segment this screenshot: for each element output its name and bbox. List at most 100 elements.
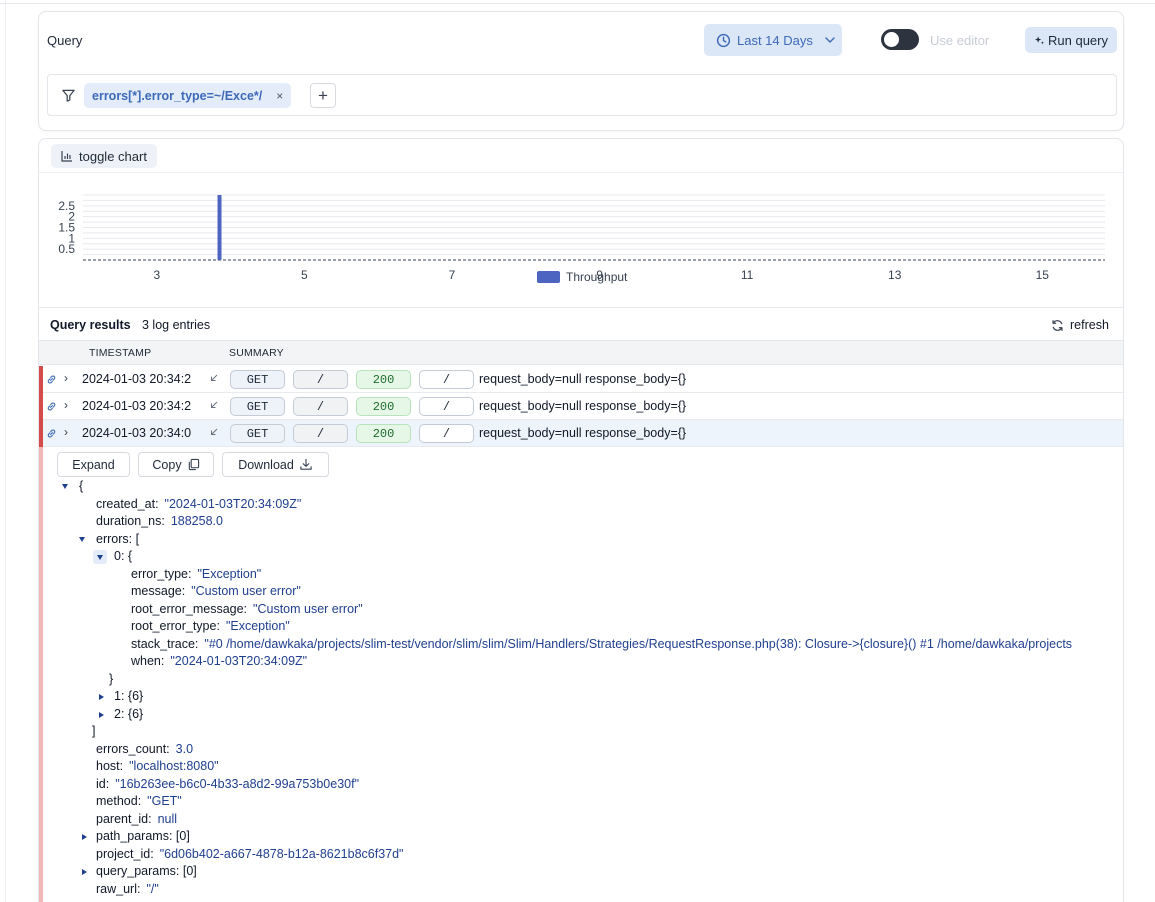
route-pill: / (419, 424, 474, 443)
x-tick-label: 13 (888, 268, 902, 282)
refresh-label: refresh (1070, 318, 1109, 332)
legend-label: Throughput (566, 270, 628, 284)
json-line-id: id: "16b263ee-b6c0-4b33-a8d2-99a753b0e30f… (96, 777, 360, 791)
route-pill: / (419, 370, 474, 389)
add-filter-button[interactable]: + (310, 83, 336, 108)
json-line-created-at: created_at: "2024-01-03T20:34:09Z" (96, 497, 302, 511)
chevron-right-icon[interactable]: › (64, 398, 68, 412)
json-close-error-0: } (109, 672, 114, 686)
chevron-right-icon[interactable]: › (64, 371, 68, 385)
bar-chart-icon (61, 151, 72, 162)
incoming-arrow-icon (211, 401, 218, 408)
toggle-chart-label: toggle chart (79, 148, 147, 164)
json-line-when: when: "2024-01-03T20:34:09Z" (131, 654, 308, 668)
run-query-label: Run query (1048, 32, 1108, 48)
json-line-message: message: "Custom user error" (131, 584, 301, 598)
refresh-button[interactable]: refresh (1051, 318, 1109, 332)
date-range-label: Last 14 Days (737, 32, 813, 48)
table-row[interactable]: › 2024-01-03 20:34:2 GET / 200 / request… (39, 366, 1123, 393)
caret-down-icon (79, 537, 85, 542)
date-range-button[interactable]: Last 14 Days (704, 24, 842, 56)
expand-toggle[interactable] (96, 706, 106, 723)
link-icon[interactable] (46, 374, 57, 385)
table-row[interactable]: › 2024-01-03 20:34:0 GET / 200 / request… (39, 420, 1123, 447)
results-divider (39, 307, 1123, 308)
link-icon[interactable] (46, 401, 57, 412)
query-label: Query (47, 33, 83, 48)
expand-toggle[interactable] (79, 828, 89, 845)
json-line-method: method: "GET" (96, 794, 182, 808)
json-close-errors: ] (92, 724, 96, 738)
filter-chip[interactable]: errors[*].error_type=~/Exce*/ × (84, 83, 292, 108)
copy-label: Copy (152, 457, 182, 472)
x-tick-label: 11 (741, 268, 754, 282)
json-line-error-type: error_type: "Exception" (131, 567, 262, 581)
detail-severity-bar (39, 447, 43, 902)
toggle-chart-button[interactable]: toggle chart (51, 144, 157, 168)
use-editor-label: Use editor (930, 33, 990, 48)
download-icon (300, 458, 312, 470)
expand-button[interactable]: Expand (57, 452, 130, 477)
json-line-error-2: 2: {6} (114, 707, 144, 721)
x-tick-label: 3 (153, 268, 160, 282)
json-line-errors-count: errors_count: 3.0 (96, 742, 194, 756)
json-line-root-error-type: root_error_type: "Exception" (131, 619, 290, 633)
row-severity-bar (39, 366, 43, 393)
download-button[interactable]: Download (222, 452, 329, 477)
json-line-path-params: path_params: [0] (96, 829, 190, 843)
sparkle-icon (1034, 35, 1044, 44)
json-open-brace: { (79, 479, 84, 493)
status-pill: 200 (356, 424, 411, 443)
json-line-parent-id: parent_id: null (96, 812, 178, 826)
json-line-project-id: project_id: "6d06b402-a667-4878-b12a-8621… (96, 847, 404, 861)
left-border (5, 0, 6, 902)
row-summary: request_body=null response_body={} (479, 426, 687, 440)
incoming-arrow-icon (211, 428, 218, 435)
status-pill: 200 (356, 370, 411, 389)
column-summary: SUMMARY (229, 347, 284, 359)
chevron-right-icon[interactable]: › (64, 425, 68, 439)
legend-swatch (537, 271, 560, 283)
json-line-host: host: "localhost:8080" (96, 759, 219, 773)
query-panel: Query Last 14 Days Use editor Run query … (38, 11, 1124, 131)
expand-toggle[interactable] (96, 688, 106, 705)
throughput-chart: 0.511.522.5 3 5 7 9 11 13 15 Throughput (58, 194, 1105, 284)
clock-icon (716, 33, 731, 47)
refresh-icon (1052, 319, 1063, 331)
expand-toggle[interactable] (79, 863, 89, 880)
collapse-toggle[interactable] (60, 478, 70, 495)
route-pill: / (419, 397, 474, 416)
close-icon[interactable]: × (276, 89, 283, 103)
link-icon[interactable] (46, 428, 57, 439)
results-title: Query results (50, 318, 131, 332)
filter-icon (62, 89, 75, 102)
run-query-button[interactable]: Run query (1025, 27, 1117, 53)
table-header: TIMESTAMP SUMMARY (39, 340, 1123, 365)
collapse-toggle[interactable] (93, 550, 107, 564)
x-tick-label: 7 (449, 268, 456, 282)
path-pill: / (293, 397, 348, 416)
caret-right-icon (81, 833, 87, 840)
x-tick-label: 15 (1036, 268, 1050, 282)
caret-down-icon (62, 484, 68, 489)
method-pill: GET (230, 424, 285, 443)
collapse-toggle[interactable] (77, 531, 87, 548)
row-summary: request_body=null response_body={} (479, 399, 687, 413)
json-line-error-0: 0: { (114, 549, 133, 563)
copy-button[interactable]: Copy (138, 452, 214, 477)
copy-icon (188, 458, 199, 471)
status-pill: 200 (356, 397, 411, 416)
json-line-duration: duration_ns: 188258.0 (96, 514, 223, 528)
editor-toggle[interactable] (881, 29, 919, 50)
method-pill: GET (230, 397, 285, 416)
json-line-error-1: 1: {6} (114, 689, 144, 703)
json-line-errors: errors: [ (96, 532, 140, 546)
top-border (0, 3, 1155, 4)
row-severity-bar (39, 420, 43, 447)
chart-divider (39, 172, 1123, 173)
table-row[interactable]: › 2024-01-03 20:34:2 GET / 200 / request… (39, 393, 1123, 420)
chevron-down-icon (825, 37, 835, 43)
column-timestamp: TIMESTAMP (89, 347, 152, 359)
chart-bar (217, 195, 222, 260)
row-severity-bar (39, 393, 43, 420)
